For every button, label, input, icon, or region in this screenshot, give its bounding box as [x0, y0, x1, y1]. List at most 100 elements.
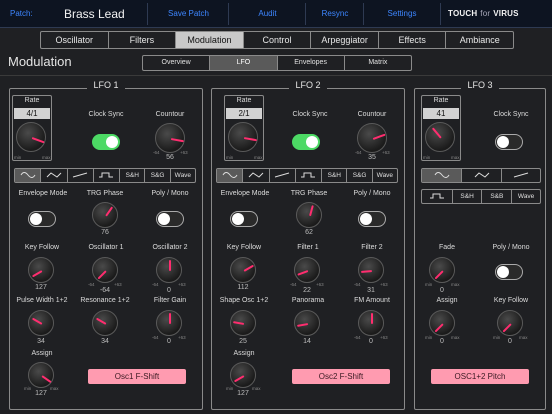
lfo2-assign-target-button[interactable]: Osc2 F-Shift [292, 369, 390, 384]
settings-button[interactable]: Settings [363, 3, 441, 25]
lfo2-wave-triangle[interactable] [243, 169, 270, 182]
lfo2-wave-sine[interactable] [217, 169, 244, 182]
lfo2-key-follow-knob[interactable] [230, 257, 256, 283]
lfo2-pan-value: 14 [303, 338, 311, 345]
lfo3-fade-knob[interactable] [429, 257, 455, 283]
lfo2-pan-knob[interactable] [294, 310, 320, 336]
lfo1-res-label: Resonance 1+2 [80, 297, 130, 304]
subtab-envelopes[interactable]: Envelopes [278, 56, 345, 70]
lfo1-clock-sync-toggle[interactable] [92, 134, 120, 150]
lfo1-clock-sync-label: Clock Sync [88, 111, 124, 118]
lfo1-assign-knob[interactable] [28, 362, 54, 388]
lfo2-env-mode-toggle[interactable] [230, 211, 258, 227]
lfo2-trg-phase-knob[interactable] [296, 202, 322, 228]
lfo3-wave-wave[interactable]: Wave [512, 190, 540, 203]
subtab-overview[interactable]: Overview [143, 56, 211, 70]
subtab-matrix[interactable]: Matrix [345, 56, 411, 70]
lfo3-wave-sb[interactable]: S&B [482, 190, 513, 203]
tab-modulation[interactable]: Modulation [176, 32, 244, 48]
lfo3-wave-triangle[interactable] [462, 169, 502, 182]
lfo3-rate-value[interactable]: 41 [423, 108, 459, 119]
lfo1-wave-sine[interactable] [15, 169, 42, 182]
lfo1-fgain-label: Filter Gain [153, 297, 187, 304]
lfo1-rate-knob[interactable] [16, 122, 46, 152]
brand-logo: TOUCH for VIRUS [448, 9, 519, 18]
lfo1-rate-value[interactable]: 4/1 [14, 108, 50, 119]
lfo2-clock-sync-toggle[interactable] [292, 134, 320, 150]
lfo1-fgain-knob[interactable] [156, 310, 182, 336]
lfo3-assign-target-button[interactable]: OSC1+2 Pitch [431, 369, 529, 384]
lfo1-osc1-knob[interactable] [92, 257, 118, 283]
lfo1-res-knob[interactable] [92, 310, 118, 336]
lfo1-osc2-knob[interactable] [156, 257, 182, 283]
lfo2-f1-knob[interactable] [294, 257, 320, 283]
lfo2-rate-label: Rate [236, 97, 252, 104]
lfo3-wave-square[interactable] [422, 190, 453, 203]
lfo1-rate-max: max [42, 155, 51, 160]
lfo3-assign-knob[interactable] [429, 310, 455, 336]
lfo1-wave-sg[interactable]: S&G [145, 169, 171, 182]
tab-effects[interactable]: Effects [379, 32, 447, 48]
tab-control[interactable]: Control [244, 32, 312, 48]
lfo1-wave-wave[interactable]: Wave [171, 169, 195, 182]
lfo1-wave-saw[interactable] [68, 169, 94, 182]
lfo1-pw-value: 34 [37, 338, 45, 345]
resync-button[interactable]: Resync [305, 3, 364, 25]
lfo2-poly-mono-toggle[interactable] [358, 211, 386, 227]
square-wave-icon [429, 193, 444, 199]
save-patch-button[interactable]: Save Patch [147, 3, 229, 25]
lfo2-fm-knob[interactable] [358, 310, 384, 336]
lfo1-assign-target-button[interactable]: Osc1 F-Shift [88, 369, 186, 384]
lfo2-contour-knob[interactable] [357, 123, 387, 153]
lfo2-wave-wave[interactable]: Wave [373, 169, 397, 182]
lfo3-clock-sync-toggle[interactable] [495, 134, 523, 150]
lfo1-assign-label: Assign [31, 350, 53, 357]
lfo1-poly-mono-toggle[interactable] [156, 211, 184, 227]
lfo1-pw-knob[interactable] [28, 310, 54, 336]
lfo2-f2-label: Filter 2 [361, 244, 383, 251]
brand-touch: TOUCH [448, 9, 478, 18]
lfo2-wave-saw[interactable] [270, 169, 296, 182]
lfo3-key-follow-knob[interactable] [497, 310, 523, 336]
lfo2-f2-value: 31 [367, 287, 375, 294]
lfo2-assign-value: 127 [237, 390, 249, 397]
lfo2-clock-sync-label: Clock Sync [292, 111, 328, 118]
lfo2-wave-sg[interactable]: S&G [347, 169, 373, 182]
lfo2-rate-value[interactable]: 2/1 [226, 108, 262, 119]
tab-ambiance[interactable]: Ambiance [446, 32, 513, 48]
tab-oscillator[interactable]: Oscillator [41, 32, 109, 48]
lfo1-env-mode-toggle[interactable] [28, 211, 56, 227]
lfo2-shape-knob[interactable] [230, 310, 256, 336]
lfo1-key-follow-knob[interactable] [28, 257, 54, 283]
lfo1-wave-square[interactable] [94, 169, 121, 182]
lfo2-fm-label: FM Amount [354, 297, 390, 304]
saw-wave-icon [73, 172, 88, 178]
audit-button[interactable]: Audit [228, 3, 306, 25]
lfo3-rate-knob[interactable] [425, 122, 455, 152]
lfo1-title: LFO 1 [87, 80, 125, 90]
lfo1-wave-sh[interactable]: S&H [120, 169, 146, 182]
lfo3-rate-box: Rate 41 [421, 95, 461, 161]
subtab-lfo[interactable]: LFO [210, 56, 278, 70]
lfo1-trg-phase-value: 76 [101, 229, 109, 236]
patch-name[interactable]: Brass Lead [64, 7, 125, 21]
lfo3-wave-sh[interactable]: S&H [453, 190, 483, 203]
lfo2-assign-knob[interactable] [230, 362, 256, 388]
lfo3-wave-saw[interactable] [502, 169, 540, 182]
lfo3-wave-sine[interactable] [422, 169, 462, 182]
lfo1-rate-box: Rate 4/1 [12, 95, 52, 161]
lfo1-trg-phase-knob[interactable] [92, 202, 118, 228]
lfo2-wave-sh[interactable]: S&H [322, 169, 348, 182]
divider [0, 75, 552, 76]
lfo2-rate-knob[interactable] [228, 122, 258, 152]
triangle-wave-icon [46, 172, 62, 178]
tab-arpeggiator[interactable]: Arpeggiator [311, 32, 379, 48]
lfo3-poly-mono-toggle[interactable] [495, 264, 523, 280]
lfo1-contour-knob[interactable] [155, 123, 185, 153]
lfo1-wave-triangle[interactable] [41, 169, 68, 182]
sine-icon [222, 172, 238, 178]
lfo2-wave-square[interactable] [296, 169, 323, 182]
main-tabs: Oscillator Filters Modulation Control Ar… [40, 31, 514, 49]
tab-filters[interactable]: Filters [109, 32, 177, 48]
lfo2-f2-knob[interactable] [358, 257, 384, 283]
